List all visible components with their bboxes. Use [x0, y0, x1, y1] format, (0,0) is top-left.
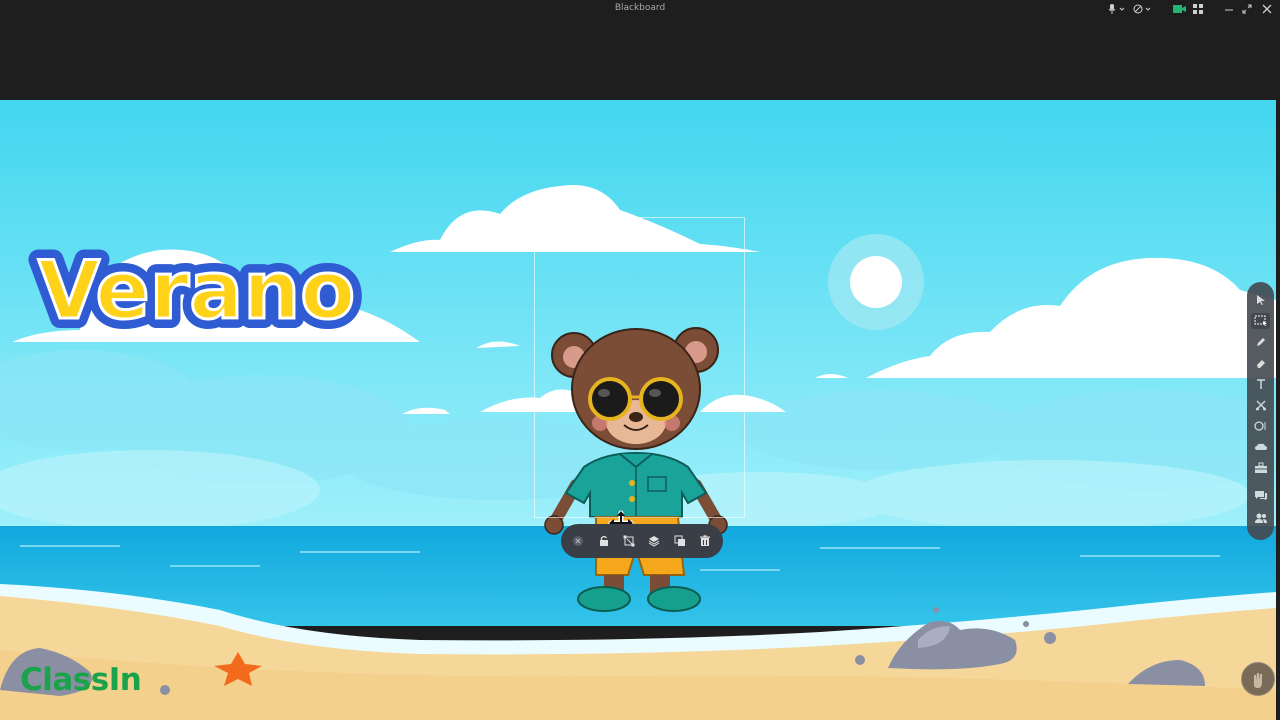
right-toolbar [1247, 282, 1274, 540]
delete-button[interactable] [697, 533, 713, 549]
shape-tool[interactable] [1251, 418, 1270, 434]
cloud-icon [1254, 443, 1267, 450]
toolbox-tool[interactable] [1251, 460, 1270, 476]
close-icon [573, 536, 583, 546]
text-tool[interactable] [1251, 376, 1270, 392]
users-tool[interactable] [1251, 510, 1270, 526]
verano-title-text: Verano [38, 244, 355, 337]
restore-button[interactable] [1240, 2, 1254, 16]
object-context-bar [561, 524, 723, 558]
marquee-select-icon [1254, 315, 1267, 326]
layout-button[interactable] [1190, 2, 1206, 16]
window-right-edge [1276, 100, 1280, 720]
trash-icon [700, 535, 710, 546]
speaker-button[interactable] [1132, 2, 1154, 16]
transform-button[interactable] [621, 533, 637, 549]
layers-icon [648, 536, 660, 547]
window-titlebar: Blackboard [0, 0, 1280, 100]
lock-icon [600, 535, 608, 546]
hand-icon [1254, 673, 1262, 688]
text-icon [1256, 379, 1265, 389]
blackboard-canvas[interactable]: Verano Verano ClassIn [0, 100, 1276, 720]
close-selection-button[interactable] [570, 533, 586, 549]
eraser-tool[interactable] [1251, 355, 1270, 371]
chat-icon [1254, 491, 1267, 500]
verano-title[interactable]: Verano Verano [26, 236, 376, 346]
duplicate-button[interactable] [672, 533, 688, 549]
camera-button[interactable] [1172, 2, 1188, 16]
minimize-button[interactable] [1222, 2, 1236, 16]
selection-bounding-box[interactable] [534, 217, 745, 518]
user-avatar[interactable] [1241, 662, 1275, 696]
grid-layout-icon [1193, 4, 1203, 14]
select-tool[interactable] [1251, 292, 1270, 308]
chat-tool[interactable] [1251, 487, 1270, 503]
area-select-tool[interactable] [1251, 313, 1270, 329]
speaker-icon [1133, 4, 1151, 14]
camera-icon [1173, 5, 1186, 13]
cursor-icon [1256, 295, 1265, 305]
scissors-tool[interactable] [1251, 397, 1270, 413]
classin-logo: ClassIn [20, 660, 142, 700]
users-icon [1254, 513, 1267, 523]
restore-icon [1242, 4, 1252, 14]
pen-tool[interactable] [1251, 334, 1270, 350]
transform-icon [623, 535, 635, 547]
classin-logo-text: ClassIn [20, 662, 142, 698]
toolbox-icon [1254, 462, 1267, 473]
microphone-icon [1108, 4, 1125, 14]
cloud-tool[interactable] [1251, 439, 1270, 455]
shape-icon [1253, 421, 1265, 431]
pen-icon [1256, 338, 1265, 346]
window-title: Blackboard [614, 3, 666, 13]
scissors-icon [1255, 400, 1266, 411]
close-icon [1262, 4, 1272, 14]
layers-button[interactable] [646, 533, 662, 549]
lock-button[interactable] [596, 533, 612, 549]
duplicate-icon [674, 535, 685, 546]
close-button[interactable] [1260, 2, 1274, 16]
eraser-icon [1256, 360, 1265, 368]
microphone-button[interactable] [1106, 2, 1128, 16]
minimize-icon [1225, 9, 1233, 11]
